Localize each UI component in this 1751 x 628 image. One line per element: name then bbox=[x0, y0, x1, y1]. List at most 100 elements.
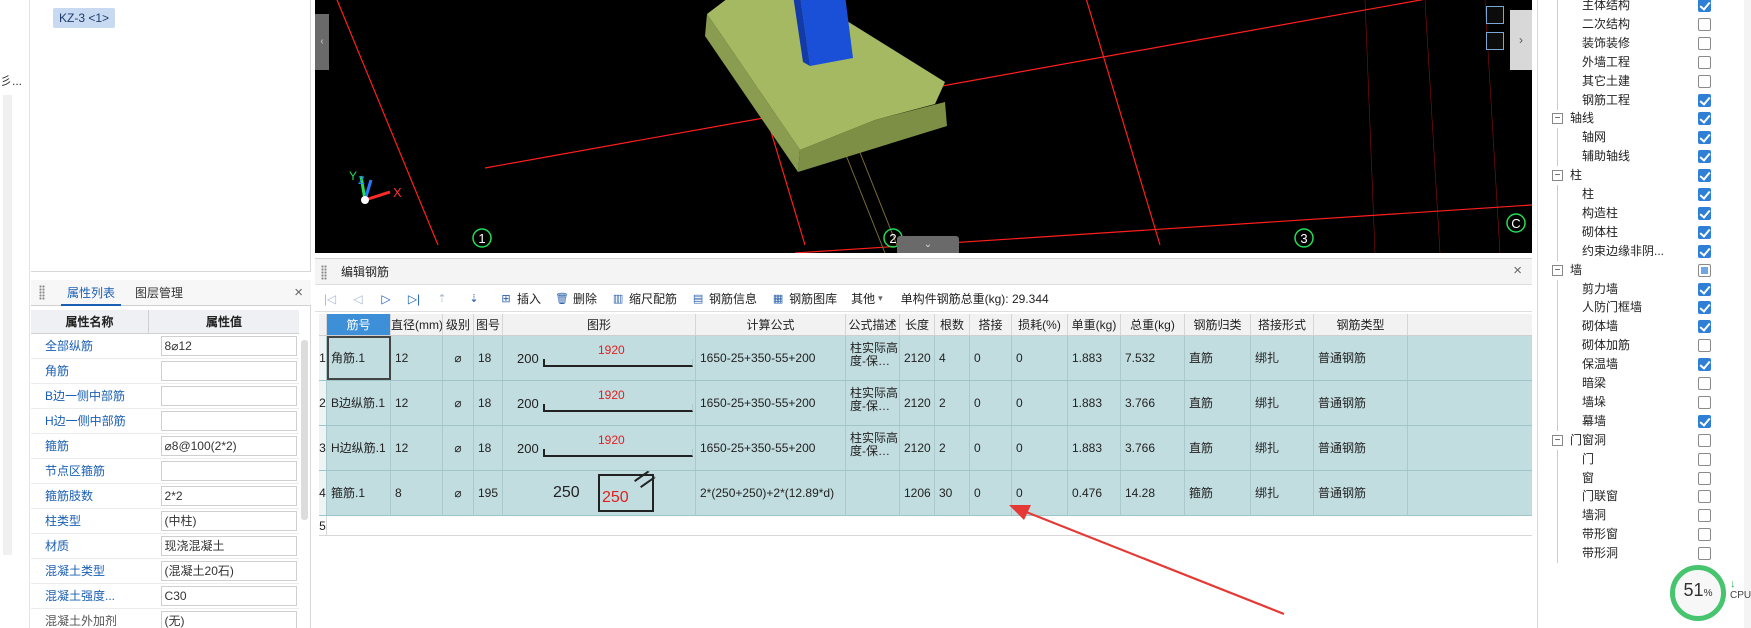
layer-row[interactable]: 轴网 bbox=[1538, 128, 1751, 148]
lap-type-cell[interactable]: 绑扎 bbox=[1251, 381, 1314, 425]
column-header[interactable]: 钢筋类型 bbox=[1314, 314, 1408, 335]
lap-type-cell[interactable]: 绑扎 bbox=[1251, 336, 1314, 380]
count-cell[interactable]: 30 bbox=[935, 471, 970, 515]
layer-checkbox[interactable] bbox=[1698, 131, 1711, 145]
formula-cell[interactable]: 1650-25+350-55+200 bbox=[696, 426, 846, 470]
layer-row[interactable]: 人防门框墙 bbox=[1538, 298, 1751, 318]
collapse-toggle-icon[interactable]: − bbox=[1552, 113, 1563, 125]
move-up-button[interactable]: ⇡ bbox=[435, 292, 453, 306]
layer-row[interactable]: 约束边缘非阴... bbox=[1538, 241, 1751, 261]
tab-layer-management[interactable]: 图层管理 bbox=[131, 280, 187, 306]
rebar-name-cell[interactable]: H边纵筋.1 bbox=[327, 426, 391, 470]
total-weight-cell[interactable]: 3.766 bbox=[1121, 381, 1185, 425]
other-dropdown[interactable]: 其他 ▾ bbox=[851, 290, 883, 307]
property-value-field[interactable]: (无) bbox=[160, 611, 297, 628]
lap-type-cell[interactable]: 绑扎 bbox=[1251, 426, 1314, 470]
unit-weight-cell[interactable]: 1.883 bbox=[1068, 381, 1121, 425]
layer-row[interactable]: 门联窗 bbox=[1538, 487, 1751, 507]
layer-row[interactable]: 剪力墙 bbox=[1538, 279, 1751, 299]
figure-no-cell[interactable]: 195 bbox=[474, 471, 503, 515]
property-value-field[interactable] bbox=[160, 386, 297, 406]
layer-row[interactable]: 保温墙 bbox=[1538, 355, 1751, 375]
unit-weight-cell[interactable]: 1.883 bbox=[1068, 336, 1121, 380]
layer-row[interactable]: − 门窗洞 bbox=[1538, 431, 1751, 450]
diameter-cell[interactable]: 12 bbox=[391, 426, 443, 470]
formula-desc-cell[interactable] bbox=[846, 471, 900, 515]
layer-checkbox[interactable] bbox=[1698, 112, 1711, 126]
delete-button[interactable]: 🗑 删除 bbox=[555, 290, 597, 307]
empty-cell[interactable] bbox=[327, 516, 1532, 535]
rebar-name-cell[interactable]: 角筋.1 bbox=[327, 336, 391, 380]
property-value-field[interactable] bbox=[160, 411, 297, 431]
total-weight-cell[interactable]: 3.766 bbox=[1121, 426, 1185, 470]
selected-component-tag[interactable]: KZ-3 <1> bbox=[53, 8, 116, 28]
rebar-type-cell[interactable]: 普通钢筋 bbox=[1314, 471, 1408, 515]
collapse-right-icon[interactable]: › bbox=[1510, 10, 1532, 70]
column-header[interactable]: 钢筋归类 bbox=[1185, 314, 1251, 335]
layer-checkbox[interactable] bbox=[1698, 244, 1711, 258]
layer-checkbox[interactable] bbox=[1698, 377, 1711, 390]
figure-no-cell[interactable]: 18 bbox=[474, 336, 503, 380]
layer-row[interactable]: − 轴线 bbox=[1538, 109, 1751, 128]
property-value-field[interactable]: C30 bbox=[160, 586, 297, 606]
formula-cell[interactable]: 1650-25+350-55+200 bbox=[696, 381, 846, 425]
loss-rate-cell[interactable]: 0 bbox=[1012, 381, 1068, 425]
layer-row[interactable]: − 墙 bbox=[1538, 261, 1751, 280]
layer-checkbox[interactable] bbox=[1698, 17, 1711, 31]
diameter-cell[interactable]: 12 bbox=[391, 381, 443, 425]
layer-checkbox[interactable] bbox=[1698, 301, 1711, 315]
3d-viewport[interactable]: 1 2 3 C X Y Z ‹ › ⌄ bbox=[315, 0, 1532, 253]
view-list-icon[interactable] bbox=[1486, 32, 1504, 50]
property-value-field[interactable] bbox=[160, 461, 297, 481]
table-row-empty[interactable]: 5 bbox=[319, 516, 1532, 536]
layer-checkbox[interactable] bbox=[1698, 339, 1711, 353]
layer-checkbox[interactable] bbox=[1698, 188, 1711, 201]
layer-checkbox[interactable] bbox=[1698, 263, 1711, 277]
column-header[interactable]: 图形 bbox=[503, 314, 696, 335]
layer-row[interactable]: 主体结构 bbox=[1538, 0, 1751, 15]
layer-checkbox[interactable] bbox=[1698, 471, 1711, 485]
figure-no-cell[interactable]: 18 bbox=[474, 426, 503, 470]
loss-rate-cell[interactable]: 0 bbox=[1012, 471, 1068, 515]
last-button[interactable]: ▷| bbox=[407, 292, 421, 306]
shape-cell[interactable]: 200 1920 bbox=[503, 336, 696, 380]
close-icon[interactable]: × bbox=[294, 284, 303, 301]
rebar-info-button[interactable]: ▤ 钢筋信息 bbox=[691, 290, 757, 307]
property-value-field[interactable]: 现浇混凝土 bbox=[160, 536, 297, 556]
loss-rate-cell[interactable]: 0 bbox=[1012, 426, 1068, 470]
length-cell[interactable]: 2120 bbox=[900, 336, 935, 380]
table-row[interactable]: 4 箍筋.1 8 ⌀ 195 250 250 2*(250+250)+2*(12.89*d) 1… bbox=[319, 471, 1532, 516]
total-weight-cell[interactable]: 7.532 bbox=[1121, 336, 1185, 380]
unit-weight-cell[interactable]: 0.476 bbox=[1068, 471, 1121, 515]
formula-desc-cell[interactable]: 柱实际高度-保… bbox=[846, 336, 900, 380]
layer-row[interactable]: − 柱 bbox=[1538, 166, 1751, 185]
lap-cell[interactable]: 0 bbox=[970, 336, 1012, 380]
drag-grip-icon[interactable] bbox=[39, 285, 45, 300]
count-cell[interactable]: 2 bbox=[935, 426, 970, 470]
left-scrollbar[interactable] bbox=[3, 95, 12, 555]
rebar-name-cell[interactable]: 箍筋.1 bbox=[327, 471, 391, 515]
collapse-down-icon[interactable]: ⌄ bbox=[897, 236, 959, 253]
rebar-category-cell[interactable]: 直筋 bbox=[1185, 381, 1251, 425]
collapse-toggle-icon[interactable]: − bbox=[1552, 264, 1563, 276]
layer-checkbox[interactable] bbox=[1698, 206, 1711, 220]
layer-checkbox[interactable] bbox=[1698, 452, 1711, 466]
column-header[interactable]: 筋号 bbox=[327, 314, 391, 335]
insert-button[interactable]: ⊞ 插入 bbox=[499, 290, 541, 307]
layer-checkbox[interactable] bbox=[1698, 414, 1711, 428]
move-down-button[interactable]: ⇣ bbox=[467, 292, 485, 306]
rebar-category-cell[interactable]: 直筋 bbox=[1185, 336, 1251, 380]
property-value-field[interactable] bbox=[160, 361, 297, 381]
properties-scrollbar[interactable] bbox=[301, 340, 308, 520]
column-header[interactable]: 级别 bbox=[443, 314, 474, 335]
layer-row[interactable]: 带形窗 bbox=[1538, 525, 1751, 545]
layer-row[interactable]: 墙垛 bbox=[1538, 392, 1751, 412]
layer-checkbox[interactable] bbox=[1698, 528, 1711, 542]
rebar-type-cell[interactable]: 普通钢筋 bbox=[1314, 336, 1408, 380]
first-button[interactable]: |◁ bbox=[323, 292, 337, 306]
column-header[interactable]: 总重(kg) bbox=[1121, 314, 1185, 335]
layer-checkbox[interactable] bbox=[1698, 169, 1711, 183]
prev-button[interactable]: ◁ bbox=[351, 292, 365, 306]
layer-row[interactable]: 窗 bbox=[1538, 468, 1751, 488]
formula-desc-cell[interactable]: 柱实际高度-保… bbox=[846, 381, 900, 425]
